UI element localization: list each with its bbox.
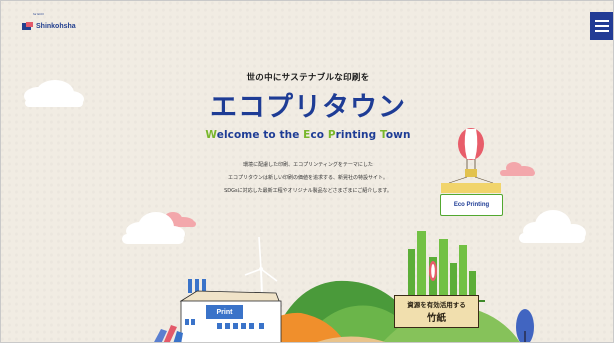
- welcome-text: own: [385, 129, 411, 141]
- hero-title: エコプリタウン: [210, 92, 406, 123]
- welcome-text: elcome to the: [216, 129, 304, 141]
- bamboo-paper-sign[interactable]: 資源を有効活用する 竹紙: [394, 295, 479, 328]
- cloud-icon: [519, 210, 586, 243]
- welcome-text: co: [310, 129, 328, 141]
- site-logo[interactable]: Shinkohsha: [22, 22, 76, 31]
- menu-button[interactable]: [590, 12, 613, 40]
- logo-text: Shinkohsha: [36, 22, 76, 30]
- page-canvas: Shinkohsha for ECO 世の中にサステナブルな印刷を エコプリタウ…: [0, 0, 614, 343]
- welcome-text: rinting: [335, 129, 380, 141]
- welcome-letter: W: [205, 129, 217, 141]
- hamburger-icon-line: [595, 25, 609, 27]
- bamboo-sign-title: 竹紙: [426, 313, 446, 324]
- eco-printing-sign[interactable]: Eco Printing: [440, 194, 503, 216]
- bamboo-grove-icon: [401, 231, 485, 302]
- description-line: エコプリタウンは新しい印刷の価値を追求する、新晃社の特設サイト。: [228, 175, 388, 181]
- hamburger-icon-line: [595, 30, 609, 32]
- bamboo-sign-caption: 資源を有効活用する: [407, 301, 466, 309]
- hero-description: 環境に配慮した印刷、エコプリンティングをテーマにした エコプリタウンは新しい印刷…: [191, 159, 425, 198]
- hero-welcome: Welcome to the Eco Printing Town: [1, 129, 613, 141]
- tree-icon: [516, 309, 534, 342]
- paper-rolls-icon: [154, 325, 183, 342]
- welcome-letter: P: [327, 129, 336, 141]
- hamburger-icon: [595, 20, 609, 22]
- print-factory-sign[interactable]: Print: [205, 304, 244, 320]
- logo-mark-icon: [22, 22, 33, 30]
- hero-tagline: 世の中にサステナブルな印刷を: [246, 73, 370, 83]
- logo-subtitle: for ECO: [33, 12, 44, 16]
- description-line: 環境に配慮した印刷、エコプリンティングをテーマにした: [243, 162, 373, 168]
- pink-cloud-icon: [500, 162, 535, 176]
- description-line: SDGsに対応した最新工程やオリジナル製品などさまざまにご紹介します。: [224, 188, 392, 194]
